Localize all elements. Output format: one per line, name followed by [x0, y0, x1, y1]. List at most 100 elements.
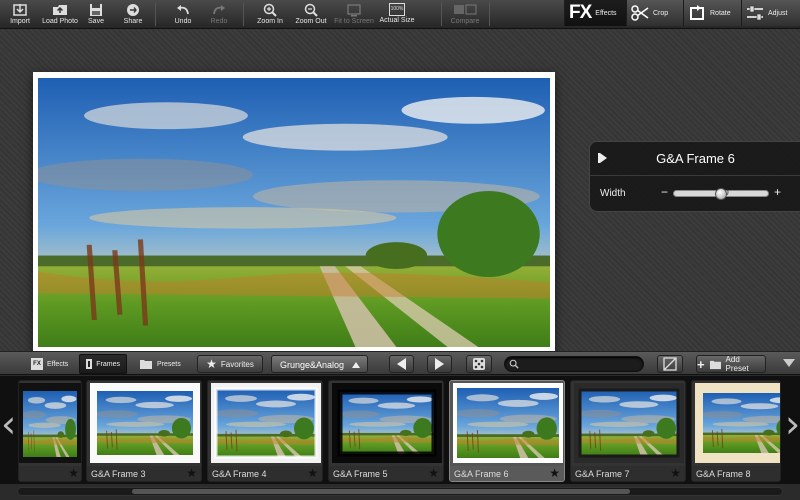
fit-to-screen-button[interactable]: Fit to Screen	[334, 0, 374, 29]
tab-frames[interactable]: Frames	[79, 354, 127, 374]
add-preset-button[interactable]: + Add Preset	[696, 355, 766, 373]
thumbnail-label: G&A Frame 7	[575, 469, 630, 479]
import-icon	[13, 4, 27, 16]
rotate-icon	[690, 5, 704, 20]
save-icon	[90, 4, 102, 16]
search-field[interactable]	[504, 356, 644, 372]
effects-mode-button[interactable]: FX Effects	[564, 0, 626, 26]
import-button[interactable]: Import	[6, 0, 34, 29]
favorite-star-icon[interactable]: ★	[549, 467, 560, 480]
category-value: Grunge&Analog	[280, 360, 345, 370]
effects-mode-label: Effects	[595, 9, 617, 17]
crop-mode-button[interactable]: Crop	[626, 0, 683, 26]
edited-photo[interactable]	[33, 72, 555, 353]
strip-right-arrow-icon[interactable]: ›	[785, 404, 800, 448]
width-increase-button[interactable]: +	[774, 185, 781, 199]
thumbnail-art	[211, 383, 321, 463]
strip-left-arrow-icon[interactable]: ‹	[1, 404, 17, 448]
compare-icon	[454, 4, 477, 15]
favorite-star-icon[interactable]: ★	[186, 467, 197, 480]
undo-icon	[177, 5, 189, 15]
tab-presets-label: Presets	[157, 360, 181, 368]
adjust-mode-button[interactable]: Adjust	[741, 0, 800, 26]
zoom-in-label: Zoom In	[257, 18, 283, 25]
search-input[interactable]	[521, 358, 639, 371]
fit-to-screen-icon	[347, 4, 361, 17]
previous-button[interactable]	[389, 355, 414, 373]
favorites-button[interactable]: ★ Favorites	[197, 355, 263, 373]
tab-presets[interactable]: Presets	[133, 354, 187, 374]
actual-size-button[interactable]: 100% Actual Size	[379, 0, 415, 29]
hud-title: G&A Frame 6	[656, 151, 735, 166]
thumbnail-image	[574, 383, 684, 463]
frame-thumbnail-selected[interactable]: G&A Frame 6 ★	[449, 380, 565, 482]
actual-size-icon: 100%	[389, 3, 405, 16]
redo-button[interactable]: Redo	[206, 0, 232, 29]
thumbnail-art	[332, 383, 442, 463]
load-photo-button[interactable]: Load Photo	[40, 0, 80, 29]
zoom-out-icon	[304, 3, 318, 17]
thumbnail-scrollbar[interactable]	[17, 487, 783, 496]
frames-tab-icon	[86, 359, 93, 369]
frame-thumbnail[interactable]: G&A Frame 8	[691, 380, 781, 482]
thumbnail-image	[211, 383, 321, 463]
favorite-star-icon[interactable]: ★	[428, 467, 439, 480]
search-icon	[509, 359, 519, 369]
save-button[interactable]: Save	[84, 0, 108, 29]
thumbnail-caption: ★	[19, 466, 81, 481]
zoom-in-button[interactable]: Zoom In	[256, 0, 284, 29]
dice-icon	[473, 358, 485, 370]
redo-icon	[213, 5, 225, 15]
scissors-icon	[631, 5, 649, 21]
random-effect-button[interactable]	[466, 355, 492, 373]
crop-mode-label: Crop	[653, 9, 669, 17]
share-button[interactable]: Share	[120, 0, 146, 29]
undo-button[interactable]: Undo	[170, 0, 196, 29]
next-button[interactable]	[427, 355, 452, 373]
tab-effects[interactable]: FX Effects	[25, 354, 74, 374]
no-effect-icon	[663, 357, 677, 371]
thumbnail-art	[695, 383, 780, 463]
frame-thumbnail[interactable]: G&A Frame 4 ★	[207, 380, 323, 482]
width-decrease-button[interactable]: −	[661, 185, 668, 199]
width-slider-thumb[interactable]	[715, 188, 727, 200]
thumbnail-label: G&A Frame 5	[333, 469, 388, 479]
favorite-star-icon[interactable]: ★	[68, 467, 79, 480]
thumbnail-art	[453, 383, 563, 463]
load-photo-label: Load Photo	[42, 18, 78, 25]
toolbar-divider	[243, 3, 244, 26]
collapse-panel-icon[interactable]	[783, 359, 795, 367]
toolbar-divider	[441, 3, 442, 26]
compare-button[interactable]: Compare	[448, 0, 482, 29]
zoom-in-icon	[263, 3, 277, 17]
dropdown-arrow-icon	[352, 362, 360, 368]
frame-thumbnail[interactable]: G&A Frame 7 ★	[570, 380, 686, 482]
frame-thumbnail[interactable]: ★	[18, 380, 82, 482]
thumbnail-art	[90, 383, 200, 463]
category-dropdown[interactable]: Grunge&Analog	[271, 355, 368, 373]
thumbnail-caption: G&A Frame 6 ★	[450, 466, 564, 481]
zoom-out-button[interactable]: Zoom Out	[295, 0, 327, 29]
favorite-star-icon[interactable]: ★	[670, 467, 681, 480]
width-label: Width	[600, 188, 626, 199]
thumbnail-image	[19, 383, 81, 463]
favorite-star-icon[interactable]: ★	[307, 467, 318, 480]
toolbar-divider	[489, 3, 490, 26]
thumbnail-caption: G&A Frame 7 ★	[571, 466, 685, 481]
width-slider[interactable]: 100	[673, 188, 769, 200]
thumbnail-label: G&A Frame 3	[91, 469, 146, 479]
remove-effect-button[interactable]	[657, 355, 683, 373]
scrollbar-thumb[interactable]	[132, 489, 630, 494]
save-label: Save	[88, 18, 104, 25]
rotate-mode-button[interactable]: Rotate	[683, 0, 741, 26]
thumbnail-caption: G&A Frame 5 ★	[329, 466, 443, 481]
main-toolbar: Import Load Photo Save Share Undo Redo Z…	[0, 0, 800, 29]
frame-thumbnail[interactable]: G&A Frame 3 ★	[86, 380, 202, 482]
frame-thumbnail[interactable]: G&A Frame 5 ★	[328, 380, 444, 482]
tab-effects-label: Effects	[47, 360, 69, 368]
thumbnail-caption: G&A Frame 8	[692, 466, 780, 481]
thumbnail-label: G&A Frame 8	[696, 469, 751, 479]
thumbnail-art	[574, 383, 684, 463]
add-preset-label: Add Preset	[725, 355, 749, 373]
hud-divider	[590, 175, 800, 176]
